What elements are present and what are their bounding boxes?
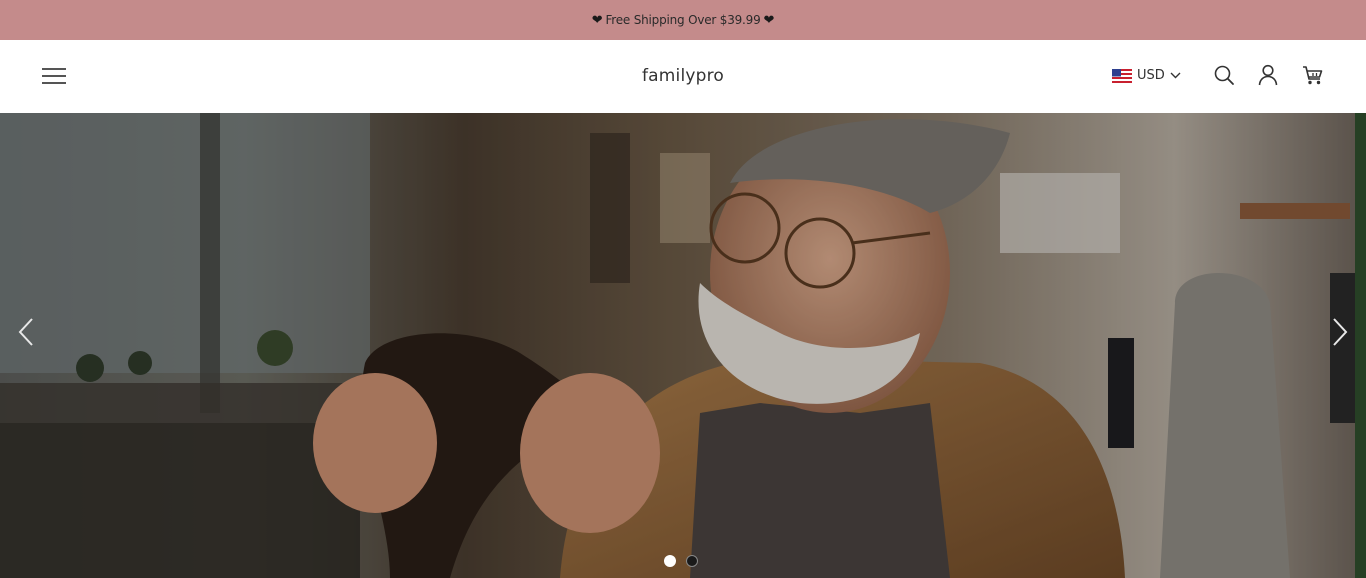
- currency-code: USD: [1137, 68, 1165, 83]
- cart-icon[interactable]: [1302, 64, 1324, 86]
- chevron-left-icon[interactable]: [16, 317, 36, 347]
- hero-slideshow: [0, 113, 1366, 578]
- search-icon[interactable]: [1213, 64, 1235, 86]
- slide-dot-2[interactable]: [686, 555, 698, 567]
- us-flag-icon: [1112, 68, 1132, 83]
- craftsman-inspecting-leather-photo: [0, 113, 1366, 578]
- heart-icon: ❤: [591, 12, 603, 28]
- announcement-bar: ❤ Free Shipping Over $39.99 ❤: [0, 0, 1366, 40]
- heart-icon: ❤: [763, 12, 775, 28]
- chevron-right-icon[interactable]: [1330, 317, 1350, 347]
- slideshow-pagination: [664, 555, 698, 567]
- chevron-down-icon: [1170, 72, 1181, 79]
- site-header: familypro USD: [0, 40, 1366, 114]
- slide-dot-1[interactable]: [664, 555, 676, 567]
- currency-selector[interactable]: USD: [1112, 68, 1181, 83]
- announcement-text: Free Shipping Over $39.99: [605, 13, 761, 27]
- account-icon[interactable]: [1257, 64, 1279, 86]
